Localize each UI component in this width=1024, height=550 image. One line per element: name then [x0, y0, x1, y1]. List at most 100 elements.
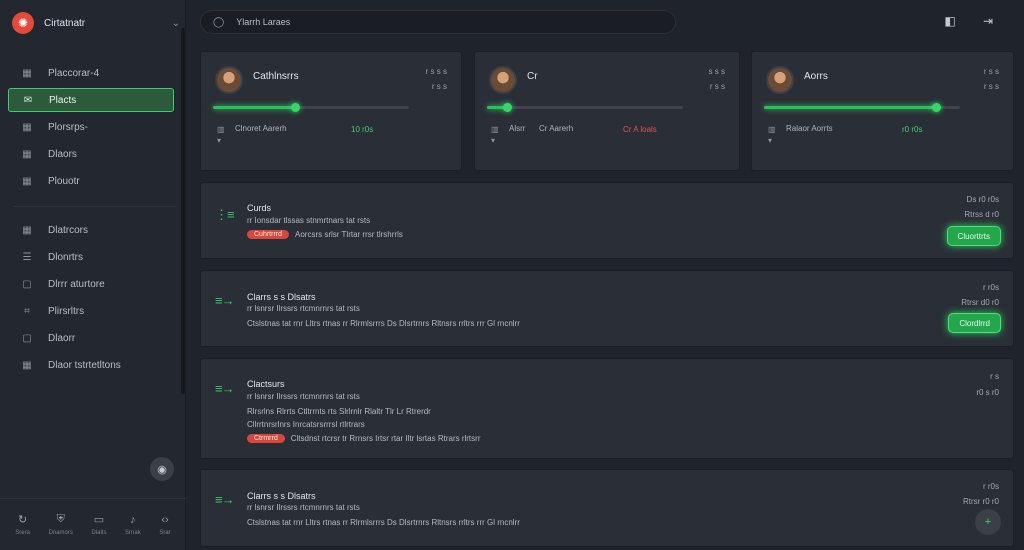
footer-item-2[interactable]: ⛨ Dnamors: [49, 513, 73, 536]
sidebar-divider: [14, 206, 176, 207]
row-title: Clarrs s s Dlsatrs: [247, 491, 316, 501]
activity-icon: ≡→: [215, 381, 235, 396]
slider-handle[interactable]: [932, 103, 942, 112]
chart-icon: ▥ ▾: [217, 125, 225, 145]
sidebar-item-label: Placcorar-4: [48, 67, 100, 79]
footer-item-5[interactable]: ‹› Srar: [159, 514, 170, 536]
row-detail: Ctslstnas tat rnr Lltrs rtnas rr Rlrmlsr…: [247, 518, 520, 527]
footer-item-3[interactable]: ▭ Dlalts: [91, 513, 106, 536]
row-meta: Rtrsr d0 r0: [961, 298, 999, 307]
sidebar-item-9[interactable]: ⌗ Plirsrltrs: [8, 299, 174, 323]
row-action-button[interactable]: Clordlrrd: [948, 313, 1001, 333]
activity-icon: ⋮≡: [215, 207, 235, 222]
search-icon: ◯: [213, 16, 225, 28]
sidebar-scrollbar[interactable]: [181, 28, 185, 394]
panel-icon: ▢: [22, 278, 32, 290]
card-meta: r s s s: [425, 67, 447, 76]
row-detail: Cltsdnst rtcrsr tr Rrnsrs Irtsr rtar Ilt…: [290, 434, 481, 443]
secondary-nav: ▦ Dlatrcors ☰ Dlonrtrs ▢ Dlrrr aturtore …: [8, 218, 174, 380]
sidebar-footer: ↻ Srera ⛨ Dnamors ▭ Dlalts ♪ Srnak ‹› Sr…: [0, 498, 186, 550]
footer-item-1[interactable]: ↻ Srera: [15, 513, 30, 536]
sidebar-item-label: Dlaor tstrtetltons: [48, 359, 121, 371]
plus-icon: +: [984, 516, 992, 528]
progress-fill: [764, 106, 937, 109]
sidebar-item-label: Plorsrps-: [48, 121, 89, 133]
footer-item-label: Dlalts: [91, 530, 107, 536]
sidebar-item-label: Plouotr: [48, 175, 80, 187]
shield-icon: ⛨: [56, 513, 65, 525]
sidebar-item-11[interactable]: ▦ Dlaor tstrtetltons: [8, 353, 174, 377]
row-meta: r r0s: [983, 283, 999, 292]
progress-fill: [213, 106, 296, 109]
avatar: [489, 66, 517, 94]
sidebar-item-label: Dlaorr: [48, 332, 76, 344]
row-tags: Cuhrtrrrd Aorcsrs srlsr Tlrtar rrsr tlrsh…: [247, 230, 403, 240]
sidebar-item-label: Dlatrcors: [48, 224, 89, 236]
sidebar-item-7[interactable]: ☰ Dlonrtrs: [8, 245, 174, 269]
avatar: [766, 66, 794, 94]
footer-item-4[interactable]: ♪ Srnak: [125, 514, 141, 536]
sidebar-item-label: Dlonrtrs: [48, 251, 84, 263]
chevron-down-icon: ⌄: [171, 17, 180, 29]
sidebar-item-10[interactable]: ▢ Dlaorr: [8, 326, 174, 350]
grid-icon: ▦: [22, 359, 32, 371]
sidebar-item-5[interactable]: ▦ Plouotr: [8, 169, 174, 193]
card-meta: s s s: [708, 67, 725, 76]
floating-action-button[interactable]: +: [975, 509, 1001, 535]
grid-icon: ▦: [22, 148, 32, 160]
card-footer-value: Cr A loals: [623, 125, 657, 134]
row-detail: Cllrrtnrsrlnrs Inrcatsrsrrrsl rtlrtrars: [247, 420, 365, 429]
code-icon: ⌗: [24, 305, 30, 317]
row-meta: Rtrss d r0: [964, 210, 999, 219]
sidebar-item-4[interactable]: ▦ Dlaors: [8, 142, 174, 166]
card-footer-label: Ralaor Aorrts: [786, 124, 833, 133]
row-action-button[interactable]: Cluorttrts: [946, 226, 1001, 246]
sidebar-item-label: Plirsrltrs: [48, 305, 85, 317]
sidebar-item-1[interactable]: ▦ Placcorar-4: [8, 61, 174, 85]
event-row-4[interactable]: ≡→ Clarrs s s Dlsatrs rr lsnrsr Ilrssrs …: [200, 469, 1014, 547]
event-row-2[interactable]: ≡→ Clarrs s s Dlsatrs rr lsnrsr Ilrssrs …: [200, 270, 1014, 347]
slider-handle[interactable]: [502, 103, 512, 112]
card-footer-value: r0 r0s: [902, 125, 923, 134]
grid-icon: ▦: [22, 67, 32, 79]
list-icon: ☰: [22, 251, 32, 263]
sidebar-item-6[interactable]: ▦ Dlatrcors: [8, 218, 174, 242]
sidebar-item-3[interactable]: ▦ Plorsrps-: [8, 115, 174, 139]
card-name: Aorrs: [804, 71, 828, 82]
event-row-1[interactable]: ⋮≡ Curds rr Ionsdar tlssas stnmrtnars ta…: [200, 182, 1014, 259]
status-badge: Ctrmrrd: [247, 434, 285, 444]
progress-slider[interactable]: [764, 103, 960, 112]
sidebar-item-label: Placts: [49, 94, 77, 106]
search-input[interactable]: ◯ Ylarrh Laraes: [200, 10, 676, 34]
code-icon: ‹›: [161, 513, 169, 526]
footer-item-label: Srnak: [125, 529, 141, 536]
panel-icon: ▢: [22, 332, 32, 344]
share-button[interactable]: ⇥: [979, 12, 997, 30]
video-button[interactable]: ◧: [941, 12, 959, 30]
status-card-3[interactable]: Aorrs r s s r s s ▥ ▾ Ralaor Aorrts r0 r0…: [751, 51, 1014, 171]
sidebar-item-label: Dlaors: [48, 148, 77, 160]
slider-handle[interactable]: [291, 103, 301, 112]
grid-icon: ▦: [22, 175, 32, 187]
row-meta: r s: [990, 372, 999, 381]
refresh-icon: ↻: [18, 514, 28, 526]
row-meta: Rtrsr r0 r0: [963, 497, 999, 506]
grid-icon: ▦: [22, 121, 32, 133]
row-description: rr lsnrsr Ilrssrs rtcmnrnrs tat rsts: [247, 503, 360, 512]
status-card-1[interactable]: Cathlnsrrs r s s s r s s ▥ ▾ Clnoret Aare…: [200, 51, 462, 171]
progress-slider[interactable]: [487, 103, 683, 112]
visibility-toggle-button[interactable]: ◉: [150, 457, 174, 481]
button-label: Cluorttrts: [957, 231, 990, 241]
status-card-2[interactable]: Cr s s s r s s ▥ ▾ Alsrr Cr Aarerh Cr A l…: [474, 51, 740, 171]
sidebar: ✺ Cirtatnatr ⌄ ▦ Placcorar-4 ✉ Placts ▦ …: [0, 0, 186, 550]
card-meta: r s s: [709, 82, 725, 91]
event-row-3[interactable]: ≡→ Clactsurs rr lsnrsr Ilrssrs rtcmnrnrs…: [200, 358, 1014, 459]
progress-slider[interactable]: [213, 103, 409, 112]
workspace-switcher[interactable]: ✺ Cirtatnatr ⌄: [12, 10, 180, 36]
card-name: Cr: [527, 71, 538, 82]
row-description: rr Ionsdar tlssas stnmrtnars tat rsts: [247, 216, 371, 225]
sidebar-item-2[interactable]: ✉ Placts: [8, 88, 174, 112]
bell-icon: ♪: [130, 513, 136, 526]
sidebar-item-8[interactable]: ▢ Dlrrr aturtore: [8, 272, 174, 296]
row-meta: Ds r0 r0s: [966, 195, 999, 204]
